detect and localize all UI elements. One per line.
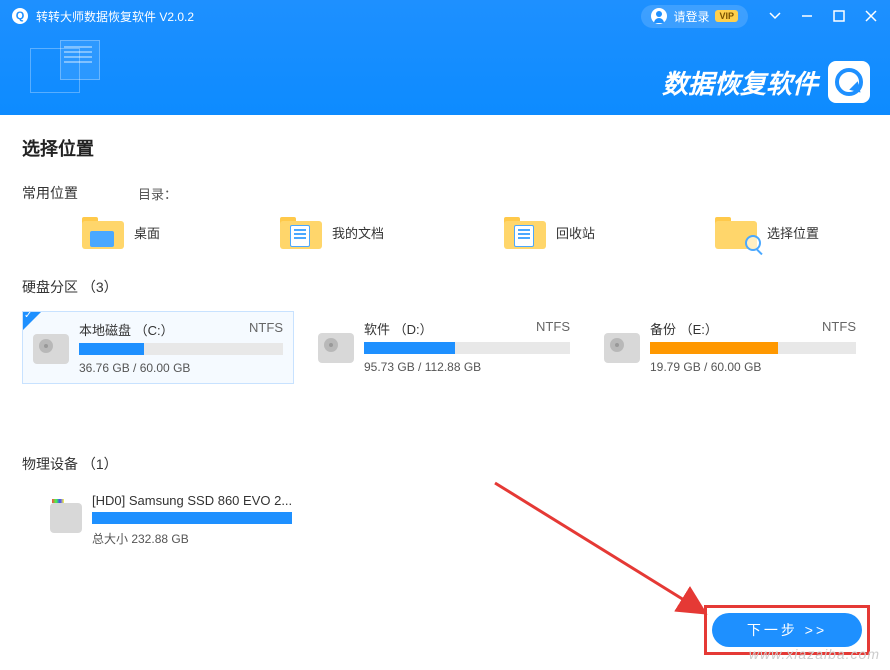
check-icon: [23, 312, 41, 330]
usage-bar: [79, 343, 283, 355]
partition-usage: 19.79 GB / 60.00 GB: [650, 360, 856, 374]
main-content: 选择位置 常用位置 目录： 桌面 我的文档 回收站: [0, 115, 890, 612]
location-label: 我的文档: [332, 223, 384, 242]
partition-fs: NTFS: [536, 319, 570, 338]
device-bar: [92, 512, 292, 524]
usage-bar: [650, 342, 856, 354]
partition-e[interactable]: 备份 （E:） NTFS 19.79 GB / 60.00 GB: [594, 311, 866, 384]
minimize-button[interactable]: [800, 9, 814, 23]
partition-c[interactable]: 本地磁盘 （C:） NTFS 36.76 GB / 60.00 GB: [22, 311, 294, 384]
app-logo-icon: Q: [12, 8, 28, 24]
folder-recyclebin-icon: [504, 215, 546, 249]
location-documents[interactable]: 我的文档: [280, 215, 384, 249]
ssd-icon: [50, 503, 82, 533]
close-button[interactable]: [864, 9, 878, 23]
titlebar: Q 转转大师数据恢复软件 V2.0.2 请登录 VIP: [0, 0, 890, 32]
location-label: 回收站: [556, 223, 595, 242]
directory-label: 目录：: [138, 184, 177, 203]
user-icon: [651, 8, 667, 24]
brand-area: 数据恢复软件: [662, 61, 870, 103]
next-button[interactable]: 下一步 >>: [712, 613, 862, 647]
partition-name: 软件 （D:）: [364, 319, 433, 338]
partition-usage: 95.73 GB / 112.88 GB: [364, 360, 570, 374]
common-locations-header: 常用位置 目录：: [22, 183, 868, 203]
partitions-list: 本地磁盘 （C:） NTFS 36.76 GB / 60.00 GB 软件 （D…: [22, 311, 868, 384]
partition-d[interactable]: 软件 （D:） NTFS 95.73 GB / 112.88 GB: [308, 311, 580, 384]
partitions-title: 硬盘分区 （3）: [22, 277, 868, 297]
disk-icon: [33, 334, 69, 364]
location-label: 桌面: [134, 223, 160, 242]
folder-desktop-icon: [82, 215, 124, 249]
login-label: 请登录: [673, 8, 709, 25]
device-name: [HD0] Samsung SSD 860 EVO 2...: [92, 493, 302, 508]
device-size: 总大小 232.88 GB: [92, 530, 302, 547]
devices-title: 物理设备 （1）: [22, 454, 868, 474]
folder-browse-icon: [715, 215, 757, 249]
location-label: 选择位置: [767, 223, 819, 242]
app-title: 转转大师数据恢复软件 V2.0.2: [36, 8, 641, 25]
window-controls: [768, 9, 878, 23]
brand-text: 数据恢复软件: [662, 64, 818, 101]
common-locations-list: 桌面 我的文档 回收站 选择位置: [22, 215, 868, 249]
device-hd0[interactable]: [HD0] Samsung SSD 860 EVO 2... 总大小 232.8…: [40, 488, 312, 552]
page-title: 选择位置: [22, 135, 868, 161]
disk-icon: [318, 333, 354, 363]
partition-fs: NTFS: [249, 320, 283, 339]
header-decoration: [30, 40, 120, 100]
partition-usage: 36.76 GB / 60.00 GB: [79, 361, 283, 375]
usage-bar: [364, 342, 570, 354]
location-recyclebin[interactable]: 回收站: [504, 215, 595, 249]
partition-name: 本地磁盘 （C:）: [79, 320, 174, 339]
dropdown-button[interactable]: [768, 9, 782, 23]
location-browse[interactable]: 选择位置: [715, 215, 819, 249]
partition-fs: NTFS: [822, 319, 856, 338]
vip-badge: VIP: [715, 10, 738, 22]
maximize-button[interactable]: [832, 9, 846, 23]
common-locations-label: 常用位置: [22, 183, 138, 203]
folder-documents-icon: [280, 215, 322, 249]
location-desktop[interactable]: 桌面: [82, 215, 160, 249]
login-button[interactable]: 请登录 VIP: [641, 5, 748, 28]
watermark: www.xiazaiba.com: [749, 646, 880, 662]
brand-logo-icon: [828, 61, 870, 103]
disk-icon: [604, 333, 640, 363]
partition-name: 备份 （E:）: [650, 319, 718, 338]
app-header: Q 转转大师数据恢复软件 V2.0.2 请登录 VIP 数据恢复软件: [0, 0, 890, 115]
devices-list: [HD0] Samsung SSD 860 EVO 2... 总大小 232.8…: [22, 488, 868, 552]
